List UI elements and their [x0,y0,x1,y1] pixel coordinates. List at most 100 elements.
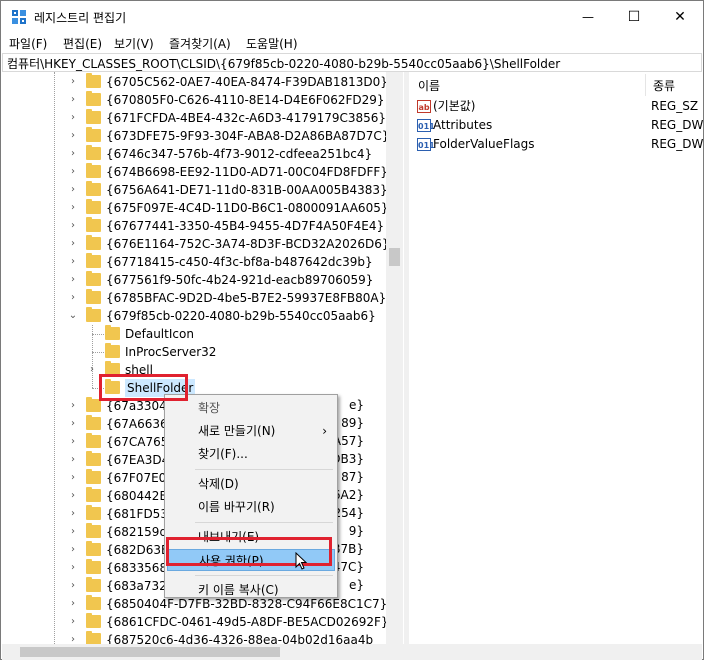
expand-arrow-icon[interactable]: › [68,217,78,235]
expand-arrow-icon[interactable]: › [68,145,78,163]
address-bar[interactable]: 컴퓨터\HKEY_CLASSES_ROOT\CLSID\{679f85cb-02… [2,53,702,72]
menu-item-label: 삭제(D) [198,477,239,491]
menu-file[interactable]: 파일(F) [9,35,47,52]
tree-node[interactable]: › {6785BFAC-9D2D-4be5-B7E2-59937E8FB80A} [2,289,386,307]
expand-arrow-icon[interactable]: › [68,127,78,145]
folder-icon [86,505,101,520]
context-menu-item[interactable]: 새로 만들기(N) › [167,420,335,442]
value-row[interactable]: 011 FolderValueFlags REG_DWO [416,135,703,154]
expand-arrow-icon[interactable]: › [68,253,78,271]
tree-node-label: {670805F0-C626-4110-8E14-D4E6F062FD29} [106,93,385,107]
minimize-button[interactable]: — [565,1,611,33]
tree-node-label: {6785BFAC-9D2D-4be5-B7E2-59937E8FB80A} [106,291,387,305]
folder-icon [86,289,101,304]
expand-arrow-icon[interactable]: › [87,361,97,379]
tree-node[interactable]: › {675F097E-4C4D-11D0-B6C1-0800091AA605} [2,199,388,217]
expand-arrow-icon[interactable]: › [68,181,78,199]
menu-item-label: 확장 [198,401,221,415]
expand-arrow-icon[interactable]: › [68,541,78,559]
menu-favorites[interactable]: 즐겨찾기(A) [169,35,231,52]
close-icon: ✕ [674,9,686,25]
dword-value-icon: 011 [417,119,435,132]
window-title: 레지스트리 편집기 [34,11,127,25]
expand-arrow-icon[interactable]: › [68,199,78,217]
maximize-button[interactable]: ☐ [611,1,657,33]
folder-icon [105,343,120,358]
expand-arrow-icon[interactable]: › [68,487,78,505]
tree-node[interactable]: › {671FCFDA-4BE4-432c-A6D3-4179179C3856} [2,109,386,127]
expand-arrow-icon[interactable]: › [68,73,78,91]
context-menu-item[interactable]: 삭제(D) [167,473,335,495]
expand-arrow-icon[interactable]: › [68,433,78,451]
expand-arrow-icon[interactable]: › [68,289,78,307]
close-button[interactable]: ✕ [657,1,703,33]
tree-node[interactable]: › {67718415-c450-4f3c-bf8a-b487642dc39b} [2,253,386,271]
context-menu-item[interactable]: 찾기(F)... [167,443,335,465]
expand-arrow-icon[interactable]: › [68,415,78,433]
folder-icon [86,559,101,574]
tree-node[interactable]: › {6705C562-0AE7-40EA-8474-F39DAB1813D0} [2,73,388,91]
title-bar[interactable]: 레지스트리 편집기 — ☐ ✕ [1,1,703,33]
tree-node[interactable]: › {687520c6-4d36-4326-88ea-04b02d16aa4b [2,631,386,644]
expand-arrow-icon[interactable]: › [68,163,78,181]
tree-vertical-scrollbar[interactable] [386,72,403,644]
tree-node[interactable]: › {676E1164-752C-3A74-8D3F-BCD32A2026D6} [2,235,390,253]
tree-scroll-thumb[interactable] [389,248,400,266]
column-header-name[interactable]: 이름 [418,77,440,94]
tree-node[interactable]: › {673DFE75-9F93-304F-ABA8-D2A86BA87D7C} [2,127,389,145]
expand-arrow-icon[interactable]: › [68,595,78,613]
menu-view[interactable]: 보기(V) [114,35,154,52]
expand-arrow-icon[interactable]: › [68,613,78,631]
context-menu-item[interactable]: 이름 바꾸기(R) [167,496,335,518]
tree-node[interactable]: › {670805F0-C626-4110-8E14-D4E6F062FD29} [2,91,386,109]
menu-help[interactable]: 도움말(H) [246,35,298,52]
folder-icon [86,631,101,644]
expand-arrow-icon[interactable]: › [68,451,78,469]
tree-node[interactable]: › {677561f9-50fc-4b24-921d-eacb89706059} [2,271,386,289]
column-divider[interactable] [645,74,646,96]
context-menu-item[interactable]: 키 이름 복사(C) [167,579,335,601]
tree-node[interactable]: › {6746c347-576b-4f73-9012-cdfeea251bc4} [2,145,386,163]
collapse-arrow-icon[interactable]: ⌄ [68,307,78,325]
registry-editor-window: 레지스트리 편집기 — ☐ ✕ 파일(F) 편집(E) 보기(V) 즐겨찾기(A… [0,0,704,660]
tree-node-label: {67718415-c450-4f3c-bf8a-b487642dc39b} [106,255,373,269]
expand-arrow-icon[interactable]: › [68,235,78,253]
expand-arrow-icon[interactable]: › [68,397,78,415]
expand-arrow-icon[interactable]: › [68,91,78,109]
context-menu-item: 확장 [167,397,335,419]
menu-bar: 파일(F) 편집(E) 보기(V) 즐겨찾기(A) 도움말(H) [1,33,703,53]
tree-node-label: {679f85cb-0220-4080-b29b-5540cc05aab6} [106,309,376,323]
column-header-type[interactable]: 종류 [653,77,675,94]
expand-arrow-icon[interactable]: › [68,469,78,487]
menu-edit[interactable]: 편집(E) [63,35,102,52]
tree-node[interactable]: › shell [2,361,386,379]
folder-icon [86,451,101,466]
maximize-icon: ☐ [627,9,641,25]
expand-arrow-icon[interactable]: › [68,559,78,577]
mouse-cursor-icon [295,552,308,570]
tree-node[interactable]: › {674B6698-EE92-11D0-AD71-00C04FD8FDFF} [2,163,388,181]
expand-arrow-icon[interactable]: › [68,523,78,541]
tree-node-label: {677561f9-50fc-4b24-921d-eacb89706059} [106,273,374,287]
context-menu: 확장 새로 만들기(N) › 찾기(F)... 삭제(D) 이름 바꾸기(R) 내보내기(E… [164,394,338,598]
horizontal-scroll-thumb[interactable] [20,647,280,657]
value-row[interactable]: ab (기본값) REG_SZ [416,97,703,116]
tree-node[interactable]: › {6861CFDC-0461-49d5-A8DF-BE5ACD02692F} [2,613,389,631]
dword-value-icon: 011 [417,138,435,151]
tree-node[interactable]: ⌄ {679f85cb-0220-4080-b29b-5540cc05aab6} [2,307,386,325]
tree-node[interactable]: InProcServer32 [2,343,386,361]
registry-editor-icon [12,10,26,24]
menu-item-label: 새로 만들기(N) [198,424,276,438]
tree-node[interactable]: › {67677441-3350-45B4-9455-4D7F4A50F4E4} [2,217,386,235]
expand-arrow-icon[interactable]: › [68,505,78,523]
expand-arrow-icon[interactable]: › [68,577,78,595]
folder-icon [86,235,101,250]
expand-arrow-icon[interactable]: › [68,271,78,289]
tree-node[interactable]: › {6756A641-DE71-11d0-831B-00AA005B4383} [2,181,388,199]
values-pane[interactable]: 이름 종류 ab (기본값) REG_SZ 011 Attributes REG… [409,72,703,644]
expand-arrow-icon[interactable]: › [68,631,78,644]
value-row[interactable]: 011 Attributes REG_DWO [416,116,703,135]
tree-node[interactable]: DefaultIcon [2,325,386,343]
expand-arrow-icon[interactable]: › [68,109,78,127]
tree-node-label-fragment: e} [348,578,364,592]
